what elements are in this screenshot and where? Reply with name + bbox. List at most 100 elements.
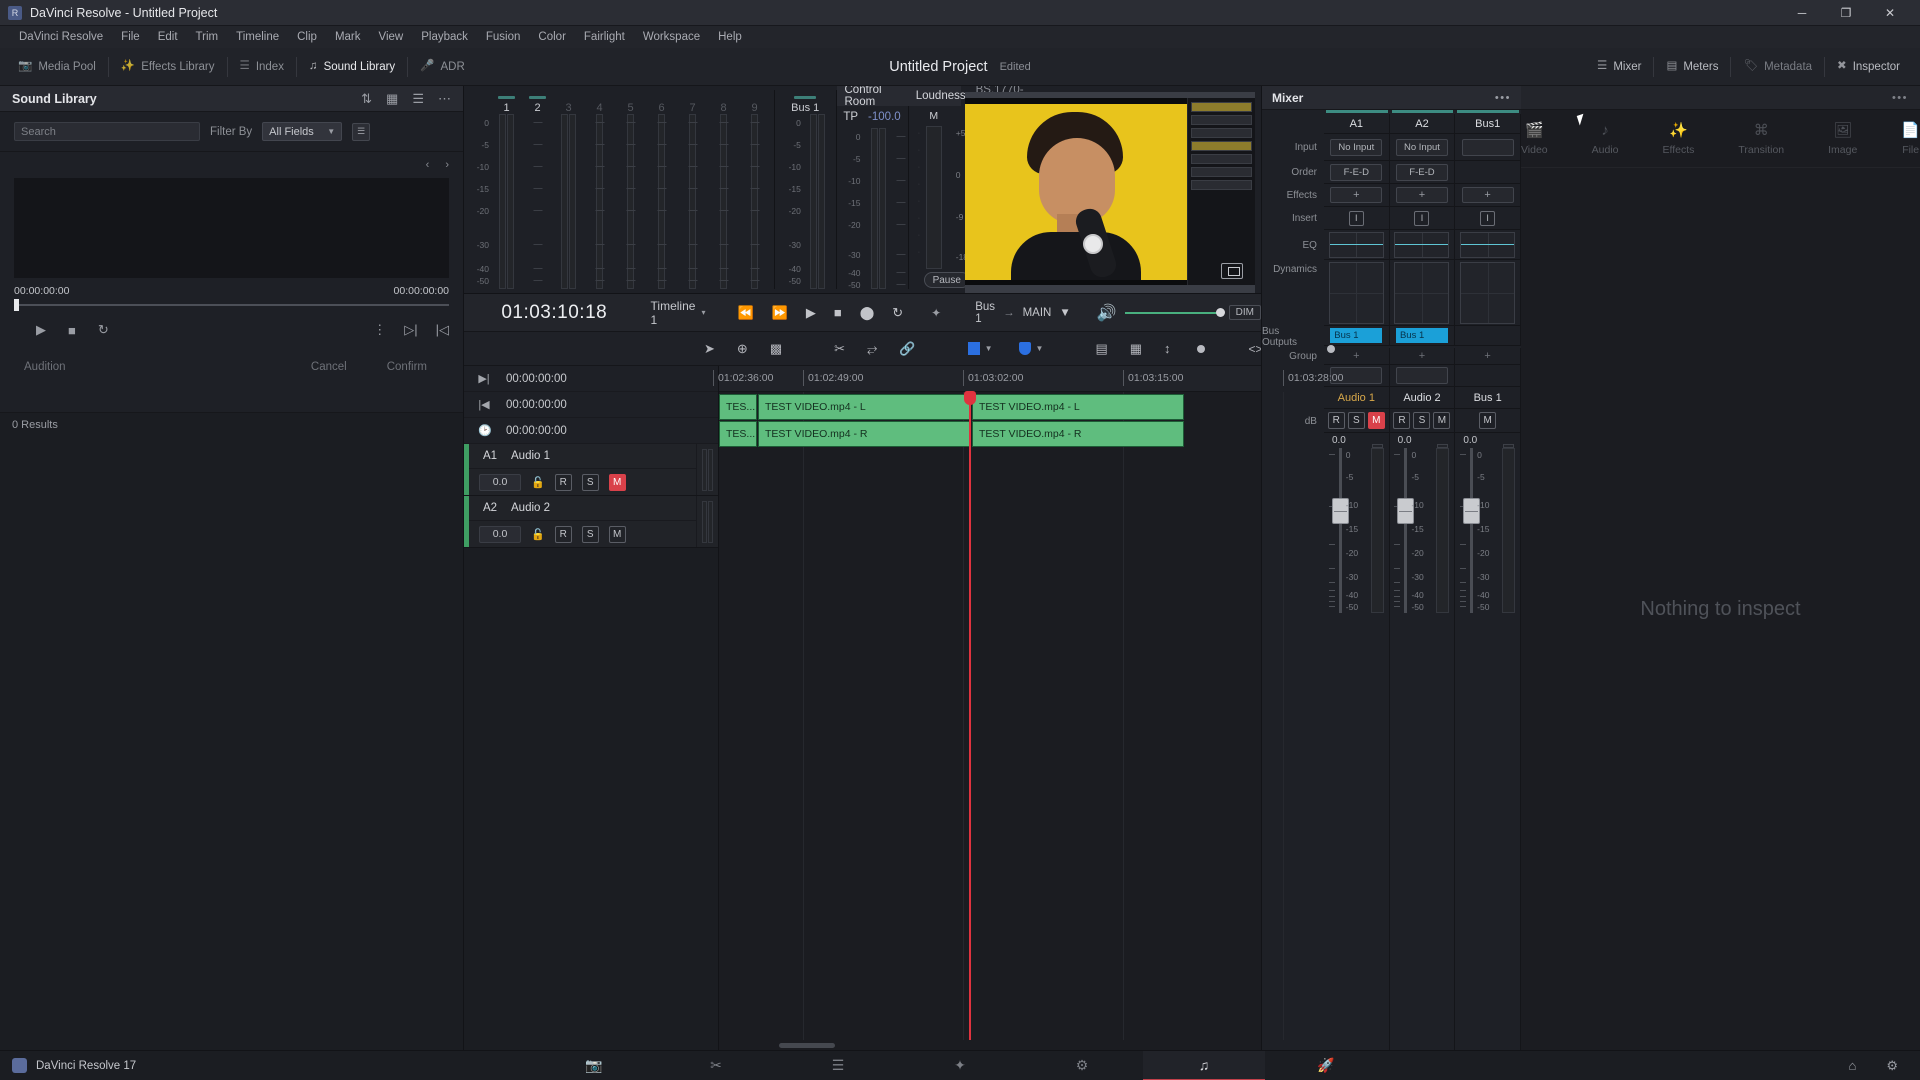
audition-button[interactable]: Audition (14, 361, 66, 373)
flag-button[interactable]: ▼ (967, 342, 993, 355)
insert-button-a2[interactable]: I (1414, 210, 1430, 226)
scrubber-handle[interactable] (14, 299, 19, 311)
close-button[interactable]: ✕ (1868, 0, 1912, 26)
effects-cell-a2[interactable]: + (1389, 184, 1456, 207)
channel-3[interactable]: 3 (553, 96, 584, 114)
menu-fusion[interactable]: Fusion (477, 26, 530, 48)
fader-gain-a1[interactable]: 0.0 (1324, 435, 1346, 446)
tab-transition[interactable]: ⌘ Transition (1738, 121, 1784, 156)
preview-next-button[interactable]: › (445, 159, 449, 171)
waveform-icon[interactable]: ⋮ (373, 322, 386, 338)
mixer-a1-mute-button[interactable]: M (1367, 412, 1385, 429)
strip-name-bus1[interactable]: Bus 1 (1455, 387, 1521, 409)
strip-name-a1[interactable]: Audio 1 (1323, 387, 1390, 409)
tab-file[interactable]: 📄 File (1901, 121, 1920, 156)
results-list[interactable] (0, 436, 463, 1050)
menu-mark[interactable]: Mark (326, 26, 370, 48)
page-media[interactable]: 📷 (533, 1051, 655, 1080)
menu-workspace[interactable]: Workspace (634, 26, 709, 48)
mark-in-icon[interactable]: |◀ (478, 398, 490, 411)
input-field-a2[interactable]: No Input (1395, 138, 1448, 156)
page-fairlight[interactable]: ♫ (1143, 1050, 1265, 1080)
media-pool-button[interactable]: 📷 Media Pool (6, 48, 108, 86)
channel-1[interactable]: 1 (491, 96, 522, 114)
thumbnail[interactable] (1190, 115, 1252, 125)
channel-5[interactable]: 5 (615, 96, 646, 114)
track-a1-solo-button[interactable]: S (581, 473, 599, 491)
track-a2-gain[interactable]: 0.0 (479, 525, 521, 543)
snap-icon[interactable]: ⥂ (867, 341, 877, 357)
minimize-button[interactable]: ─ (1780, 0, 1824, 26)
table-row[interactable]: TEST VIDEO.mp4 - L (972, 394, 1184, 420)
strip-name-a2[interactable]: Audio 2 (1389, 387, 1456, 409)
menu-file[interactable]: File (112, 26, 149, 48)
speaker-icon[interactable]: 🔊 (1097, 303, 1117, 323)
input-field-a1[interactable]: No Input (1330, 138, 1383, 156)
scrollbar-thumb[interactable] (779, 1042, 835, 1048)
thumbnail[interactable] (1190, 154, 1252, 164)
playhead[interactable] (964, 391, 976, 1040)
mixer-options-icon[interactable]: ••• (1495, 92, 1511, 104)
mixer-a2-solo-button[interactable]: S (1413, 412, 1431, 429)
track-a2-record-button[interactable]: R (554, 525, 572, 543)
timeline-clips[interactable]: TES... - L TEST VIDEO.mp4 - L TEST VIDEO… (719, 391, 1284, 1040)
fader-track-bus1[interactable] (1463, 448, 1481, 613)
mixer-col-bus1[interactable]: Bus1 (1455, 114, 1521, 134)
insert-cell-a2[interactable]: I (1389, 207, 1456, 230)
mixer-a2-mute-button[interactable]: M (1433, 412, 1451, 429)
input-cell-a1[interactable]: No Input (1323, 134, 1390, 161)
channel-6[interactable]: 6 (646, 96, 677, 114)
eq-curve-bus1[interactable] (1460, 231, 1516, 258)
thumbnail[interactable] (1190, 167, 1252, 177)
link-icon[interactable]: 🔗 (899, 341, 915, 357)
volume-slider-handle[interactable] (1215, 308, 1225, 317)
effects-add-a1[interactable]: + (1330, 187, 1383, 203)
track-a2-mute-button[interactable]: M (608, 525, 626, 543)
effects-cell-bus1[interactable]: + (1455, 184, 1521, 207)
group-cell-a2[interactable]: + (1389, 348, 1456, 365)
track-header-a2[interactable]: A2 Audio 2 0.0 🔓 R S M (464, 496, 718, 548)
insert-button-bus1[interactable]: I (1480, 210, 1496, 226)
mixer-a1-record-button[interactable]: R (1327, 412, 1345, 429)
eq-curve-a2[interactable] (1394, 231, 1450, 258)
dynamics-graph-bus1[interactable] (1460, 261, 1516, 324)
mixer-a2-record-button[interactable]: R (1393, 412, 1411, 429)
thumbnail[interactable] (1190, 102, 1252, 112)
picture-in-picture-icon[interactable] (1220, 263, 1243, 279)
bus-meter-label[interactable]: Bus 1 (778, 96, 832, 114)
lock-icon[interactable]: 🔓 (531, 528, 545, 541)
play-icon[interactable]: ▶ (806, 305, 816, 321)
grid-view-icon[interactable]: ▦ (386, 91, 398, 107)
mixer-col-a1[interactable]: A1 (1323, 114, 1390, 134)
page-deliver[interactable]: 🚀 (1265, 1051, 1387, 1080)
timeline-ruler[interactable]: 01:02:36:00 01:02:49:00 01:03:02:00 01:0… (713, 366, 1343, 392)
order-field-a2[interactable]: F-E-D (1395, 163, 1448, 181)
channel-2[interactable]: 2 (522, 96, 553, 114)
eq-cell-bus1[interactable] (1455, 230, 1521, 260)
dynamics-graph-a2[interactable] (1394, 261, 1450, 324)
mixer-toggle-button[interactable]: ☰ Mixer (1585, 48, 1653, 86)
stop-icon[interactable]: ■ (834, 305, 842, 320)
next-clip-icon[interactable]: ▷| (404, 322, 417, 338)
menu-davinci-resolve[interactable]: DaVinci Resolve (10, 26, 112, 48)
search-input[interactable] (14, 122, 200, 141)
audio-waveform-icon[interactable]: ▤ (1095, 341, 1107, 357)
fader-gain-a2[interactable]: 0.0 (1390, 435, 1412, 446)
loop-icon[interactable]: ↻ (892, 305, 903, 321)
group-cell-bus1[interactable]: + (1455, 348, 1521, 365)
channel-9[interactable]: 9 (739, 96, 770, 114)
current-timecode[interactable]: 01:03:10:18 (474, 302, 635, 324)
mixer-a1-solo-button[interactable]: S (1347, 412, 1365, 429)
chevron-down-icon[interactable]: ▼ (985, 344, 993, 353)
dynamics-graph-a1[interactable] (1328, 261, 1384, 324)
fader-gain-bus1[interactable]: 0.0 (1455, 435, 1477, 446)
insert-cell-bus1[interactable]: I (1455, 207, 1521, 230)
marker-button[interactable]: ▼ (1018, 342, 1043, 355)
track-a1-record-button[interactable]: R (554, 473, 572, 491)
razor-edit-icon[interactable]: ▩ (770, 341, 782, 357)
input-field-bus1[interactable] (1461, 138, 1514, 156)
mixer-col-a2[interactable]: A2 (1389, 114, 1456, 134)
record-icon[interactable]: ⬤ (860, 305, 875, 321)
mixer-bus1-mute-button[interactable]: M (1479, 412, 1497, 429)
sound-library-button[interactable]: ♫ Sound Library (297, 48, 407, 86)
